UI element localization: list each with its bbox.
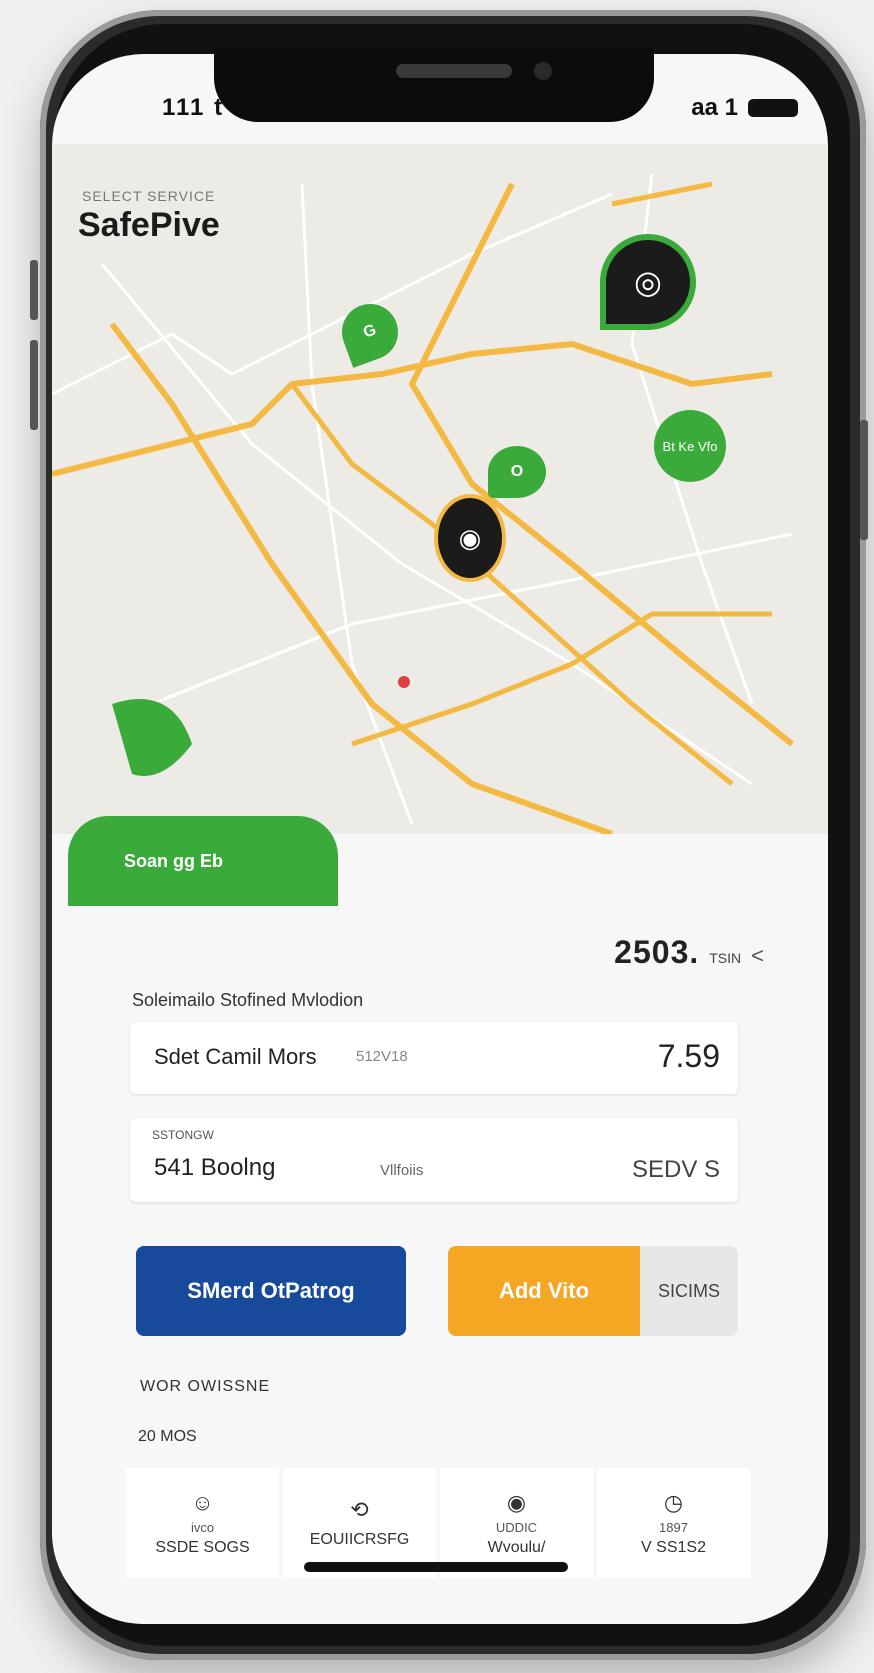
footer-label: WOR OWISSNE <box>140 1378 271 1395</box>
camera-icon <box>534 62 552 80</box>
speaker-grille <box>396 64 512 78</box>
tab-item[interactable]: ☺ ivco SSDE SOGS <box>126 1468 279 1578</box>
battery-icon <box>748 99 798 117</box>
header-subtitle: SELECT SERVICE <box>82 188 216 204</box>
clock-icon: ◷ <box>663 1489 684 1515</box>
marker-label: Bt Ke Vfo <box>662 438 718 454</box>
map-cta-button[interactable]: Soan gg Eb <box>68 816 338 906</box>
card-name: 541 Boolng <box>154 1154 276 1181</box>
card-label: SSTONGW <box>152 1128 214 1142</box>
map-view[interactable] <box>52 144 828 834</box>
marker-label: ◎ <box>634 264 662 300</box>
dark-marker-2[interactable]: ◉ <box>434 494 506 582</box>
section-title: Soleimailo Stofined Mvlodion <box>132 990 364 1010</box>
tertiary-action-button[interactable]: SICIMS <box>640 1246 738 1336</box>
status-indicators: aa 1 <box>691 94 798 122</box>
chevron-left-icon[interactable]: < <box>751 943 764 969</box>
refresh-icon: ⟲ <box>350 1497 369 1522</box>
tab-label: V SS1S2 <box>641 1538 706 1556</box>
card-mid: Vllfoiis <box>380 1162 424 1179</box>
volume-button <box>30 340 38 430</box>
tab-label: EOUIICRSFG <box>309 1531 410 1548</box>
face-icon: ☺ <box>191 1489 214 1515</box>
green-marker-2[interactable]: O <box>488 446 546 498</box>
notch <box>214 48 654 122</box>
status-time: 111 t <box>162 94 225 121</box>
secondary-action-button[interactable]: Add Vito <box>448 1246 640 1336</box>
booking-card[interactable]: SSTONGW 541 Boolng Vllfoiis SEDV S <box>130 1118 738 1202</box>
home-indicator[interactable] <box>304 1562 568 1572</box>
green-marker-3[interactable]: Bt Ke Vfo <box>654 410 726 482</box>
tab-small-label: 1897 <box>659 1519 688 1535</box>
card-value: SEDV S <box>631 1156 720 1183</box>
metric-unit: TSIN <box>709 950 742 966</box>
marker-label: O <box>510 463 524 480</box>
card-value: 7.59 <box>657 1038 720 1074</box>
tab-small-label: ivco <box>190 1519 215 1535</box>
power-button <box>860 420 868 540</box>
card-sub: 512V18 <box>356 1048 408 1065</box>
marker-label: ◉ <box>458 522 482 553</box>
action-button-group: Add Vito SICIMS <box>448 1246 738 1336</box>
tab-label: SSDE SOGS <box>155 1538 250 1556</box>
card-name: Sdet Camil Mors <box>154 1044 317 1069</box>
primary-action-button[interactable]: SMerd OtPatrog <box>136 1246 406 1336</box>
target-icon: ◉ <box>506 1489 527 1515</box>
metric-readout: 2503. TSIN < <box>614 934 764 971</box>
map-svg <box>52 144 828 834</box>
screen: 111 t aa 1 SELECT SERVICE SafePive G ◎ O… <box>52 54 828 1624</box>
dark-marker-1[interactable]: ◎ <box>600 234 696 330</box>
footer-label: 20 MOS <box>138 1428 197 1445</box>
tab-small-label: UDDIC <box>495 1519 538 1535</box>
brand-title: SafePive <box>78 206 220 244</box>
tab-label: Wvoulu/ <box>487 1538 546 1556</box>
marker-label: G <box>361 321 379 342</box>
metric-value: 2503. <box>614 934 700 970</box>
signal-text: aa 1 <box>691 94 738 121</box>
tab-item[interactable]: ◷ 1897 V SS1S2 <box>597 1468 750 1578</box>
service-card[interactable]: Sdet Camil Mors 512V18 7.59 <box>130 1022 738 1094</box>
volume-button <box>30 260 38 320</box>
